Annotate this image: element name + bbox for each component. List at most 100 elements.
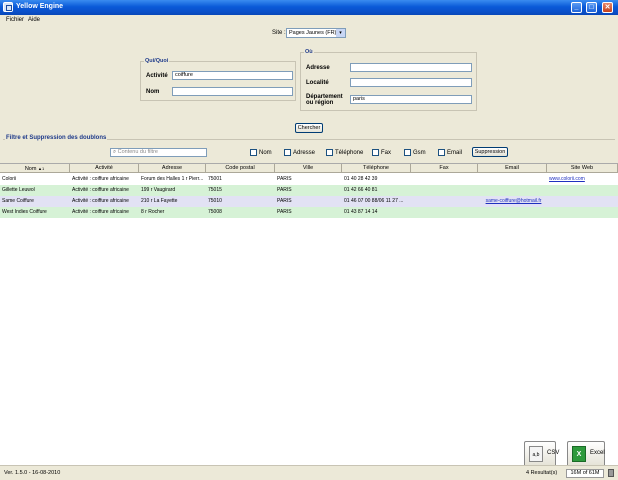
activite-input[interactable]: coiffure bbox=[172, 71, 293, 80]
col-header-ville[interactable]: Ville bbox=[275, 164, 342, 173]
cell-nom: Same Coiffure bbox=[2, 198, 34, 204]
checkbox-adresse-label: Adresse bbox=[293, 150, 316, 156]
maximize-button[interactable]: □ bbox=[586, 2, 597, 13]
col-header-site-web[interactable]: Site Web bbox=[547, 164, 618, 173]
suppression-button[interactable]: Suppression bbox=[472, 147, 508, 157]
version-text: Ver. 1.5.0 - 16-08-2010 bbox=[4, 470, 61, 476]
cell-activite: Activité : coiffure africaine bbox=[72, 198, 129, 204]
trash-icon[interactable] bbox=[608, 469, 614, 477]
cell-email bbox=[478, 174, 547, 185]
col-header-telephone[interactable]: Téléphone bbox=[342, 164, 411, 173]
cell-nom: Gillette Leuwol bbox=[2, 187, 35, 193]
checkbox-adresse[interactable] bbox=[284, 149, 291, 156]
results-table[interactable]: Nom ▲1 Activité Adresse Code postal Vill… bbox=[0, 163, 618, 464]
menu-bar: Fichier Aide bbox=[0, 15, 618, 25]
quiquoi-panel: Qui/Quoi Activité coiffure Nom bbox=[140, 58, 296, 101]
checkbox-gsm-label: Gsm bbox=[413, 150, 426, 156]
csv-export-button[interactable]: a,b CSV bbox=[524, 441, 559, 467]
excel-label: Excel bbox=[590, 450, 605, 456]
ou-panel: Où Adresse Localité Département ou régio… bbox=[300, 49, 477, 111]
region-label: ou région bbox=[306, 100, 334, 106]
table-row[interactable]: Gillette Leuwol Activité : coiffure afri… bbox=[0, 185, 618, 196]
cell-adresse: 210 r La Fayette bbox=[141, 198, 178, 204]
menu-fichier[interactable]: Fichier bbox=[6, 17, 24, 23]
cell-activite: Activité : coiffure africaine bbox=[72, 209, 129, 215]
filter-input[interactable]: ⌕ Contenu du filtre bbox=[110, 148, 207, 157]
sort-ascending-icon: ▲1 bbox=[37, 166, 45, 171]
cell-email bbox=[478, 207, 547, 218]
cell-fax bbox=[411, 174, 478, 185]
cell-adresse: 199 r Vaugirard bbox=[141, 187, 176, 193]
close-button[interactable]: ✕ bbox=[602, 2, 613, 13]
memory-indicator: 16M of 61M bbox=[566, 469, 604, 478]
status-bar: Ver. 1.5.0 - 16-08-2010 4 Resultat(s) 16… bbox=[0, 465, 618, 480]
site-label: Site : bbox=[272, 30, 286, 36]
activite-label: Activité bbox=[146, 73, 168, 79]
table-row[interactable]: Colorii Activité : coiffure africaine Fo… bbox=[0, 174, 618, 185]
results-count: 4 Resultat(s) bbox=[526, 470, 558, 476]
app-icon bbox=[3, 2, 13, 12]
checkbox-nom[interactable] bbox=[250, 149, 257, 156]
table-row[interactable]: Same Coiffure Activité : coiffure africa… bbox=[0, 196, 618, 207]
cell-activite: Activité : coiffure africaine bbox=[72, 176, 129, 182]
ou-title: Où bbox=[304, 49, 314, 55]
cell-site-web bbox=[547, 196, 618, 207]
cell-telephone: 01 43 87 14 14 bbox=[344, 209, 378, 215]
checkbox-email[interactable] bbox=[438, 149, 445, 156]
checkbox-gsm[interactable] bbox=[404, 149, 411, 156]
col-header-email[interactable]: Email bbox=[478, 164, 547, 173]
minimize-button[interactable]: _ bbox=[571, 2, 582, 13]
cell-code-postal: 75001 bbox=[208, 176, 222, 182]
cell-code-postal: 75015 bbox=[208, 187, 222, 193]
cell-fax bbox=[411, 185, 478, 196]
site-select[interactable]: Pages Jaunes (FR) ▾ bbox=[286, 28, 346, 38]
col-header-code-postal[interactable]: Code postal bbox=[206, 164, 275, 173]
cell-adresse: Forum des Halles 1 r Pierr... bbox=[141, 176, 204, 182]
excel-file-icon: X bbox=[572, 446, 586, 462]
menu-aide[interactable]: Aide bbox=[28, 17, 40, 23]
cell-site-web bbox=[547, 185, 618, 196]
cell-code-postal: 75010 bbox=[208, 198, 222, 204]
site-select-value: Pages Jaunes (FR) bbox=[289, 30, 337, 36]
excel-export-button[interactable]: X Excel bbox=[567, 441, 605, 467]
cell-site-web-link[interactable]: www.colorii.com bbox=[547, 174, 618, 185]
filter-title: Filtre et Suppression des doublons bbox=[5, 135, 108, 141]
cell-telephone: 01 46 07 00 88/06 11 27 ... bbox=[344, 198, 404, 204]
nom-input[interactable] bbox=[172, 87, 293, 96]
checkbox-telephone[interactable] bbox=[326, 149, 333, 156]
table-row[interactable]: West Indies Coiffure Activité : coiffure… bbox=[0, 207, 618, 218]
cell-nom: West Indies Coiffure bbox=[2, 209, 47, 215]
checkbox-fax[interactable] bbox=[372, 149, 379, 156]
adresse-label: Adresse bbox=[306, 65, 330, 71]
col-header-nom[interactable]: Nom ▲1 bbox=[0, 164, 70, 173]
quiquoi-title: Qui/Quoi bbox=[144, 58, 170, 64]
filter-placeholder: Contenu du filtre bbox=[117, 149, 158, 155]
title-bar: Yellow Engine _ □ ✕ bbox=[0, 0, 618, 15]
chevron-down-icon: ▾ bbox=[336, 29, 345, 37]
departement-input[interactable]: paris bbox=[350, 95, 472, 104]
cell-email-link[interactable]: same-coiffure@hotmail.fr bbox=[478, 196, 547, 207]
nom-label: Nom bbox=[146, 89, 160, 95]
cell-telephone: 01 40 28 42 39 bbox=[344, 176, 378, 182]
csv-file-icon: a,b bbox=[529, 446, 543, 462]
cell-fax bbox=[411, 196, 478, 207]
cell-activite: Activité : coiffure africaine bbox=[72, 187, 129, 193]
cell-ville: PARIS bbox=[277, 187, 292, 193]
cell-ville: PARIS bbox=[277, 209, 292, 215]
cell-code-postal: 75008 bbox=[208, 209, 222, 215]
window-title: Yellow Engine bbox=[16, 3, 64, 10]
col-header-fax[interactable]: Fax bbox=[411, 164, 478, 173]
cell-ville: PARIS bbox=[277, 198, 292, 204]
col-header-adresse[interactable]: Adresse bbox=[139, 164, 206, 173]
cell-telephone: 01 42 66 40 81 bbox=[344, 187, 378, 193]
localite-input[interactable] bbox=[350, 78, 472, 87]
cell-email bbox=[478, 185, 547, 196]
adresse-input[interactable] bbox=[350, 63, 472, 72]
localite-label: Localité bbox=[306, 80, 329, 86]
table-header: Nom ▲1 Activité Adresse Code postal Vill… bbox=[0, 164, 618, 173]
cell-fax bbox=[411, 207, 478, 218]
cell-site-web bbox=[547, 207, 618, 218]
checkbox-fax-label: Fax bbox=[381, 150, 392, 156]
chercher-button[interactable]: Chercher bbox=[295, 123, 323, 133]
col-header-activite[interactable]: Activité bbox=[70, 164, 139, 173]
